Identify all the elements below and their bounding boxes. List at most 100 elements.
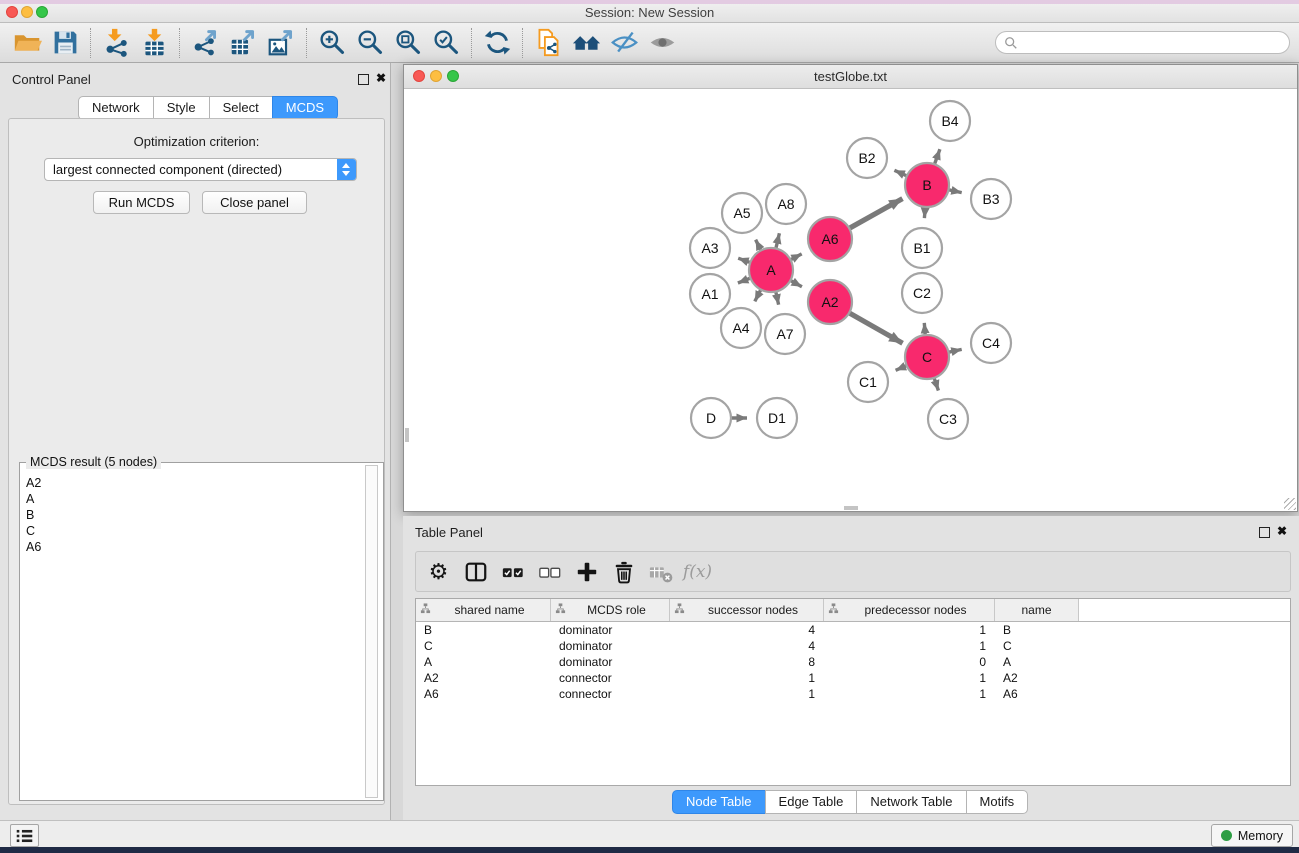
table-cell[interactable]: B [416,623,551,637]
table-cell[interactable]: dominator [551,639,670,653]
import-network-icon[interactable] [97,26,135,60]
table-cell[interactable]: A6 [416,687,551,701]
close-panel-icon[interactable]: ✖ [376,72,386,84]
column-header-successor-nodes[interactable]: successor nodes [670,599,824,621]
column-header-predecessor-nodes[interactable]: predecessor nodes [824,599,995,621]
function-icon[interactable]: f(x) [679,555,716,589]
tab-edge-table[interactable]: Edge Table [765,790,858,814]
tab-network[interactable]: Network [78,96,154,120]
table-cell[interactable]: dominator [551,655,670,669]
delete-icon[interactable] [605,555,642,589]
status-bar: Memory [0,820,1299,847]
mcds-result-item[interactable]: A [21,491,365,507]
table-body: Bdominator41BCdominator41CAdominator80AA… [416,622,1290,702]
tab-network-table[interactable]: Network Table [856,790,966,814]
tab-mcds[interactable]: MCDS [272,96,338,120]
delete-table-icon[interactable] [642,555,679,589]
new-network-from-selection-icon[interactable] [529,26,567,60]
deselect-all-icon[interactable] [531,555,568,589]
zoom-selected-icon[interactable] [427,26,465,60]
table-float-panel-icon[interactable] [1259,527,1270,538]
table-row[interactable]: A2connector11A2 [416,670,1290,686]
memory-button[interactable]: Memory [1211,824,1293,847]
network-view-window: testGlobe.txt AA1A2A3A4A5A6A7A8BB1B2B3B4… [403,64,1298,512]
gear-icon[interactable]: ⚙ [420,555,457,589]
column-header-shared-name[interactable]: shared name [416,599,551,621]
zoom-fit-icon[interactable] [389,26,427,60]
run-mcds-button[interactable]: Run MCDS [93,191,190,214]
table-cell[interactable]: C [995,639,1079,653]
mcds-result-scrollbar[interactable] [365,465,378,798]
close-panel-button[interactable]: Close panel [202,191,307,214]
table-cell[interactable]: connector [551,671,670,685]
table-cell[interactable]: A6 [995,687,1079,701]
mcds-result-box: MCDS result (5 nodes) A2ABCA6 [19,462,384,801]
hide-annotations-icon[interactable] [605,26,643,60]
horizontal-scrollbar-thumb[interactable] [844,506,858,510]
column-header-MCDS-role[interactable]: MCDS role [551,599,670,621]
table-cell[interactable]: A [995,655,1079,669]
select-all-icon[interactable] [494,555,531,589]
tab-select[interactable]: Select [209,96,273,120]
mcds-result-item[interactable]: C [21,523,365,539]
export-image-icon[interactable] [262,26,300,60]
mcds-result-item[interactable]: A6 [21,539,365,555]
search-box[interactable] [995,31,1290,54]
table-cell[interactable]: 1 [670,671,824,685]
show-annotations-icon[interactable] [643,26,681,60]
table-cell[interactable]: 1 [824,671,995,685]
edge-A6-B[interactable] [848,199,903,230]
save-session-icon[interactable] [46,26,84,60]
home-icon[interactable] [567,26,605,60]
table-cell[interactable]: 4 [670,639,824,653]
tab-node-table[interactable]: Node Table [672,790,766,814]
vertical-scrollbar-thumb[interactable] [405,428,409,442]
table-row[interactable]: Bdominator41B [416,622,1290,638]
toolbar-separator [471,28,472,58]
zoom-out-icon[interactable] [351,26,389,60]
table-cell[interactable]: 1 [824,687,995,701]
table-cell[interactable]: 1 [824,623,995,637]
open-session-icon[interactable] [8,26,46,60]
table-row[interactable]: Cdominator41C [416,638,1290,654]
optimization-criterion-label: Optimization criterion: [9,134,384,149]
columns-icon[interactable] [457,555,494,589]
tab-motifs[interactable]: Motifs [966,790,1029,814]
table-cell[interactable]: dominator [551,623,670,637]
edge-A2-C[interactable] [847,312,902,343]
table-cell[interactable]: 1 [824,639,995,653]
node-label-A: A [766,262,776,278]
export-table-icon[interactable] [224,26,262,60]
resize-grip-icon[interactable] [1284,498,1296,510]
table-cell[interactable]: 8 [670,655,824,669]
mcds-result-list: A2ABCA6 [21,472,365,799]
network-canvas[interactable]: AA1A2A3A4A5A6A7A8BB1B2B3B4CC1C2C3C4DD1 [404,88,1297,517]
table-cell[interactable]: 1 [670,687,824,701]
export-network-icon[interactable] [186,26,224,60]
table-cell[interactable]: 4 [670,623,824,637]
table-cell[interactable]: A2 [995,671,1079,685]
table-cell[interactable]: B [995,623,1079,637]
fx-label: f(x) [683,562,712,582]
tab-style[interactable]: Style [153,96,210,120]
column-header-name[interactable]: name [995,599,1079,621]
mcds-result-item[interactable]: A2 [21,475,365,491]
search-input[interactable] [1023,34,1281,51]
zoom-in-icon[interactable] [313,26,351,60]
table-cell[interactable]: 0 [824,655,995,669]
mcds-result-item[interactable]: B [21,507,365,523]
table-close-panel-icon[interactable]: ✖ [1277,525,1287,537]
apply-layout-icon[interactable] [478,26,516,60]
table-cell[interactable]: A2 [416,671,551,685]
attribute-type-icon [420,603,433,617]
table-cell[interactable]: A [416,655,551,669]
table-row[interactable]: Adominator80A [416,654,1290,670]
table-cell[interactable]: connector [551,687,670,701]
import-table-icon[interactable] [135,26,173,60]
table-cell[interactable]: C [416,639,551,653]
add-icon[interactable] [568,555,605,589]
criterion-select[interactable]: largest connected component (directed) [44,158,357,181]
table-row[interactable]: A6connector11A6 [416,686,1290,702]
float-panel-icon[interactable] [358,74,369,85]
task-history-button[interactable] [10,824,39,847]
